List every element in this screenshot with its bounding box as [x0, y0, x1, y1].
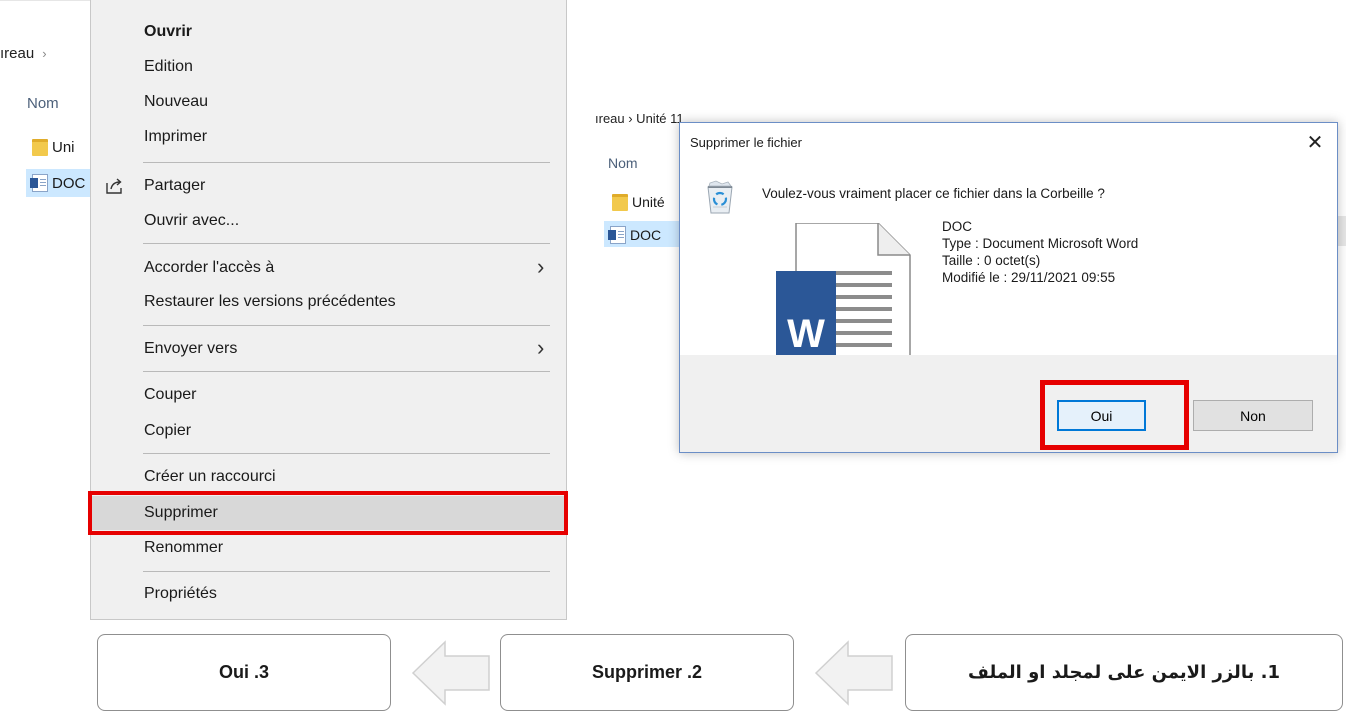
dialog-question: Voulez-vous vraiment placer ce fichier d…	[762, 186, 1105, 201]
menu-item-ouvrir-avec[interactable]: Ouvrir avec...	[91, 204, 566, 238]
file-details: DOC Type : Document Microsoft Word Taill…	[942, 218, 1138, 286]
menu-item-label: Partager	[144, 177, 206, 194]
highlight-box-oui	[1040, 380, 1189, 450]
list-item-label: Uni	[52, 138, 75, 156]
word-document-icon	[30, 174, 48, 193]
explorer-top-rule	[0, 0, 90, 1]
list-item-label: DOC	[52, 174, 86, 192]
step-2-label: Supprimer .2	[591, 662, 703, 682]
breadcrumb-label[interactable]: ıreau	[0, 45, 34, 62]
file-name: DOC	[942, 219, 972, 234]
column-header-name[interactable]: Nom	[27, 95, 59, 112]
delete-file-dialog: Supprimer le fichier ✕ Voulez-vous vraim…	[679, 122, 1338, 453]
step-3-box: Oui .3	[97, 634, 391, 711]
dialog-body: Voulez-vous vraiment placer ce fichier d…	[680, 163, 1337, 412]
menu-item-label: Nouveau	[144, 93, 209, 110]
highlight-box-supprimer	[88, 491, 568, 535]
dialog-title: Supprimer le fichier	[690, 135, 802, 150]
menu-item-label: Créer un raccourci	[144, 468, 276, 485]
list-item-label: DOC	[630, 227, 662, 244]
list-item-doc-selected[interactable]: DOC	[604, 221, 684, 247]
menu-separator	[143, 325, 550, 326]
menu-item-accorder-acces[interactable]: Accorder l'accès à ›	[91, 251, 566, 285]
arrow-left-icon	[411, 640, 490, 706]
share-icon	[106, 178, 122, 194]
menu-item-label: Edition	[144, 58, 193, 75]
menu-item-label: Ouvrir	[144, 23, 193, 40]
chevron-right-icon[interactable]: ›	[42, 46, 46, 61]
menu-item-ouvrir[interactable]: Ouvrir	[91, 15, 566, 49]
folder-icon	[32, 138, 48, 156]
column-header-name[interactable]: Nom	[608, 155, 638, 171]
menu-separator	[143, 571, 550, 572]
arrow-left-icon	[814, 640, 893, 706]
chevron-right-icon: ›	[537, 335, 545, 360]
list-item-doc-selected[interactable]: DOC	[26, 169, 92, 197]
list-item-folder[interactable]: Unité	[612, 193, 665, 211]
close-icon[interactable]: ✕	[1300, 129, 1330, 157]
menu-item-edition[interactable]: Edition	[91, 50, 566, 84]
list-item-folder[interactable]: Uni	[32, 138, 92, 162]
menu-item-couper[interactable]: Couper	[91, 378, 566, 412]
step-1-box: 1. بالزر الايمن على لمجلد او الملف	[905, 634, 1343, 711]
menu-item-label: Imprimer	[144, 128, 208, 145]
file-type: Type : Document Microsoft Word	[942, 236, 1139, 251]
step-1-label: 1. بالزر الايمن على لمجلد او الملف	[968, 662, 1280, 683]
breadcrumb[interactable]: ıreau ›	[0, 45, 47, 62]
menu-separator	[143, 371, 550, 372]
menu-item-proprietes[interactable]: Propriétés	[91, 577, 566, 611]
word-document-icon	[608, 226, 626, 245]
menu-item-nouveau[interactable]: Nouveau	[91, 85, 566, 119]
dialog-footer: Oui Non	[680, 355, 1337, 452]
menu-item-label: Envoyer vers	[144, 340, 238, 357]
file-modified: Modifié le : 29/11/2021 09:55	[942, 270, 1116, 285]
menu-item-renommer[interactable]: Renommer	[91, 531, 566, 565]
menu-item-label: Couper	[144, 386, 197, 403]
menu-item-label: Propriétés	[144, 585, 217, 602]
menu-item-copier[interactable]: Copier	[91, 414, 566, 448]
menu-item-restaurer[interactable]: Restaurer les versions précédentes	[91, 285, 566, 319]
menu-item-label: Renommer	[144, 539, 224, 556]
step-3-label: Oui .3	[218, 662, 269, 682]
menu-item-label: Ouvrir avec...	[144, 212, 240, 229]
chevron-right-icon: ›	[537, 254, 545, 279]
file-size: Taille : 0 octet(s)	[942, 253, 1041, 268]
menu-separator	[143, 243, 550, 244]
list-item-label: Unité	[632, 194, 665, 211]
folder-icon	[612, 193, 628, 211]
word-letter: W	[787, 312, 825, 356]
no-button[interactable]: Non	[1193, 400, 1313, 431]
dialog-titlebar[interactable]: Supprimer le fichier ✕	[680, 123, 1337, 163]
menu-item-partager[interactable]: Partager	[91, 169, 566, 203]
recycle-bin-icon	[707, 180, 733, 214]
menu-item-label: Restaurer les versions précédentes	[144, 293, 396, 310]
breadcrumb[interactable]: ıreau › Unité 11	[595, 111, 684, 126]
menu-separator	[143, 162, 550, 163]
menu-item-creer-raccourci[interactable]: Créer un raccourci	[91, 460, 566, 494]
step-2-box: Supprimer .2	[500, 634, 794, 711]
menu-item-imprimer[interactable]: Imprimer	[91, 120, 566, 154]
menu-separator	[143, 453, 550, 454]
menu-item-label: Accorder l'accès à	[144, 259, 275, 276]
menu-item-envoyer-vers[interactable]: Envoyer vers ›	[91, 332, 566, 366]
menu-item-label: Copier	[144, 422, 192, 439]
